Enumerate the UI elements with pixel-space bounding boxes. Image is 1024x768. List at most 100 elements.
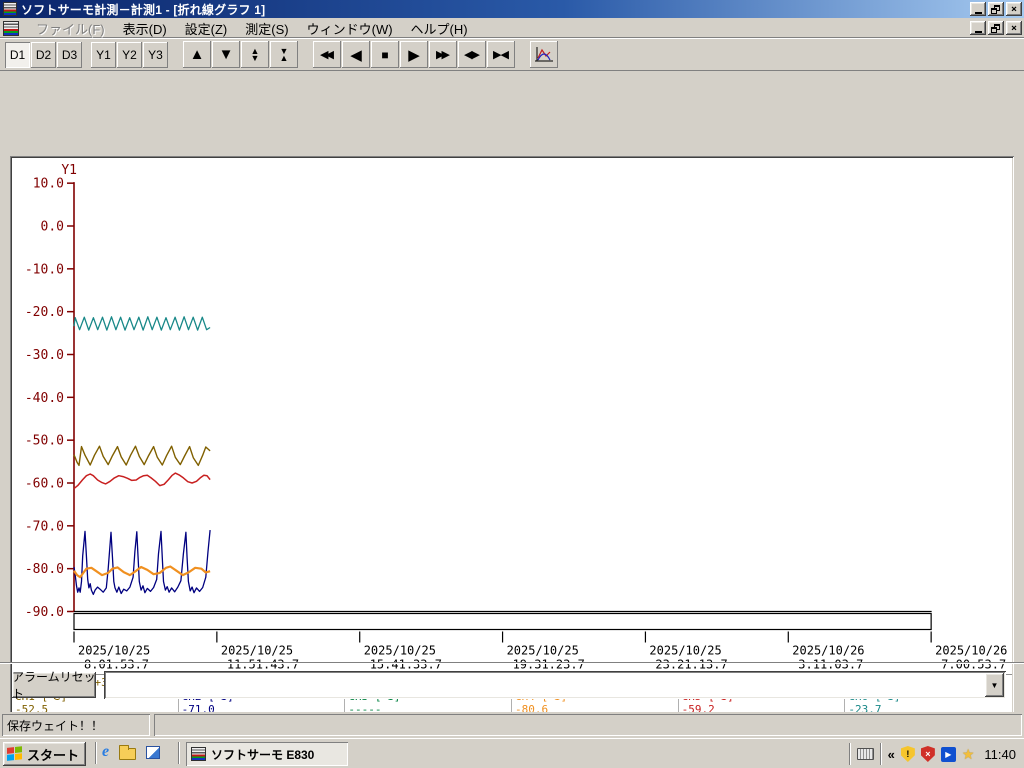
window-restore-button[interactable] [988,2,1004,16]
internet-explorer-icon[interactable]: e [102,744,109,760]
task-label: ソフトサーモ E830 [211,746,314,763]
minimize-icon [975,31,982,33]
x-tick-date: 2025/10/26 [792,644,864,658]
close-icon: × [1011,4,1017,15]
windows-logo-icon [7,746,23,762]
toolbar-d1-button[interactable]: D1 [5,42,30,68]
menu-item-view[interactable]: 表示(D) [114,17,176,40]
x-tick-date: 2025/10/25 [649,644,721,658]
close-icon: × [1011,23,1017,34]
child-close-button[interactable]: × [1006,21,1022,35]
alarm-combobox-dropdown-button[interactable]: ▼ [985,673,1004,697]
security-warning-icon[interactable]: ! [901,746,915,762]
show-desktop-icon[interactable] [146,746,160,759]
taskbar: スタート e ソフトサーモ E830 « ! × ▶ ★ 11:40 [0,738,1024,768]
left-arrow-icon: ◀ [350,46,362,64]
x-tick-date: 2025/10/26 [935,644,1007,658]
taskbar-separator [178,742,180,764]
compress-horizontal-button[interactable]: ▶◀ [487,41,515,68]
expand-horizontal-icon: ◀▶ [464,48,480,61]
status-bar: 保存ウェイト！！ [0,712,1024,738]
restore-icon [991,24,1001,33]
keyboard-layout-icon[interactable] [857,748,874,760]
expand-vertical-icon: ▲▼ [251,48,260,62]
alarm-reset-button[interactable]: アラームリセット [12,672,96,698]
y-tick-label: -70.0 [25,519,64,534]
toolbar-y3-button[interactable]: Y3 [143,42,168,68]
series-ch4-line [74,567,210,578]
toolbar-d2-button[interactable]: D2 [31,42,56,68]
menu-item-measure[interactable]: 測定(S) [236,17,297,40]
status-panel-secondary [154,714,1022,736]
fast-rewind-button[interactable]: ◀◀ [313,41,341,68]
fast-rewind-icon: ◀◀ [320,48,334,61]
menu-bar: ファイル(F) 表示(D) 設定(Z) 測定(S) ウィンドウ(W) ヘルプ(H… [0,18,1024,38]
graph-settings-button[interactable] [530,41,558,68]
y-tick-label: -80.0 [25,562,64,577]
fast-forward-icon: ▶▶ [436,48,450,61]
x-tick-date: 2025/10/25 [364,644,436,658]
scroll-up-button[interactable]: ▲ [183,41,211,68]
alarm-combobox-value[interactable] [107,674,984,696]
start-button[interactable]: スタート [3,742,86,766]
window-minimize-button[interactable] [970,2,986,16]
mdi-workspace: Y110.00.0-10.0-20.0-30.0-40.0-50.0-60.0-… [0,71,1024,712]
series-ch2-line [74,530,210,594]
star-tray-icon[interactable]: ★ [962,747,975,761]
x-tick-date: 2025/10/25 [507,644,579,658]
toolbar-y2-button[interactable]: Y2 [117,42,142,68]
step-right-button[interactable]: ▶ [400,41,428,68]
quick-launch: e [102,744,160,760]
menu-item-help[interactable]: ヘルプ(H) [402,17,477,40]
down-arrow-icon: ▼ [219,46,234,63]
y-tick-label: 10.0 [33,177,64,192]
taskbar-separator [849,743,851,765]
taskbar-separator [95,742,97,764]
step-left-button[interactable]: ◀ [342,41,370,68]
menu-item-window[interactable]: ウィンドウ(W) [298,17,402,40]
alarm-combobox[interactable]: ▼ [104,671,1006,699]
expand-vertical-button[interactable]: ▲▼ [241,41,269,68]
compress-vertical-button[interactable]: ▼▲ [270,41,298,68]
right-arrow-icon: ▶ [408,46,420,64]
y-tick-label: -20.0 [25,305,64,320]
child-restore-button[interactable] [988,21,1004,35]
security-error-icon[interactable]: × [921,746,935,762]
title-bar: ソフトサーモ計測－計測1 - [折れ線グラフ 1] × [0,0,1024,18]
child-minimize-button[interactable] [970,21,986,35]
y-tick-label: -50.0 [25,434,64,449]
series-ch1-line [74,446,210,465]
y-tick-label: -90.0 [25,605,64,620]
taskbar-separator [880,743,882,765]
chevron-down-icon: ▼ [991,681,999,690]
menu-item-file: ファイル(F) [27,17,114,40]
stop-button[interactable]: ■ [371,41,399,68]
app-icon [3,2,17,16]
toolbar: D1 D2 D3 Y1 Y2 Y3 ▲ ▼ ▲▼ ▼▲ ◀◀ ◀ ■ ▶ ▶▶ … [0,38,1024,71]
alarm-strip: アラームリセット ▼ [0,662,1024,709]
y-tick-label: -40.0 [25,391,64,406]
fast-forward-button[interactable]: ▶▶ [429,41,457,68]
document-icon[interactable] [3,21,19,36]
folder-icon[interactable] [119,748,136,760]
expand-horizontal-button[interactable]: ◀▶ [458,41,486,68]
window-close-button[interactable]: × [1006,2,1022,16]
status-message: 保存ウェイト！！ [2,714,150,736]
media-play-tray-icon[interactable]: ▶ [941,747,956,762]
x-range-indicator[interactable] [74,614,931,630]
line-graph-panel: Y110.00.0-10.0-20.0-30.0-40.0-50.0-60.0-… [10,156,1014,718]
compress-horizontal-icon: ▶◀ [493,48,509,61]
y-tick-label: -10.0 [25,262,64,277]
tray-chevron-icon[interactable]: « [888,747,895,762]
menu-item-settings[interactable]: 設定(Z) [176,17,237,40]
toolbar-d3-button[interactable]: D3 [57,42,82,68]
start-label: スタート [27,745,79,764]
scroll-down-button[interactable]: ▼ [212,41,240,68]
taskbar-task-softthermo[interactable]: ソフトサーモ E830 [186,742,348,766]
compress-vertical-icon: ▼▲ [280,48,289,62]
line-chart: Y110.00.0-10.0-20.0-30.0-40.0-50.0-60.0-… [12,158,1012,674]
restore-icon [991,5,1001,14]
stop-icon: ■ [381,48,388,62]
toolbar-y1-button[interactable]: Y1 [91,42,116,68]
chart-icon [534,46,554,64]
